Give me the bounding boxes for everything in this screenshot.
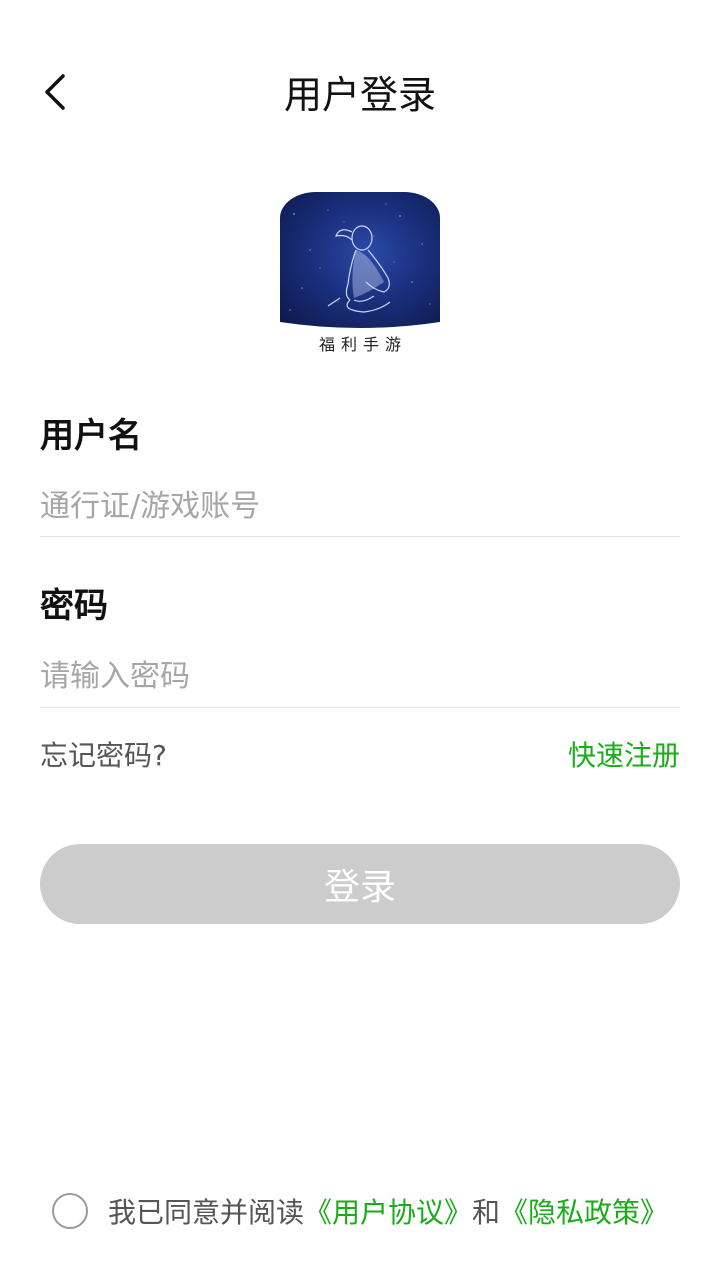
agreement-conjunction: 和 bbox=[472, 1196, 501, 1229]
agreement-prefix: 我已同意并阅读 bbox=[108, 1196, 305, 1229]
agreement-checkbox[interactable] bbox=[52, 1193, 88, 1229]
page-title: 用户登录 bbox=[283, 73, 436, 117]
login-page: 用户登录 福利手游 用户名 通行证/游戏账号 密码 忘记密码? 快速注册 登录 … bbox=[0, 0, 720, 1280]
username-label: 用户名 bbox=[40, 416, 142, 456]
app-logo: 福利手游 bbox=[280, 192, 440, 357]
password-divider bbox=[40, 707, 680, 708]
forgot-password-link[interactable]: 忘记密码? bbox=[40, 734, 167, 774]
password-input[interactable] bbox=[40, 648, 680, 704]
agreement-row: 我已同意并阅读 《用户协议》 和 《隐私政策》 bbox=[52, 1190, 668, 1232]
logo-image bbox=[280, 192, 440, 329]
user-agreement-link[interactable]: 《用户协议》 bbox=[304, 1191, 472, 1231]
logo-caption: 福利手游 bbox=[318, 335, 407, 354]
privacy-policy-link[interactable]: 《隐私政策》 bbox=[500, 1191, 668, 1231]
login-button[interactable]: 登录 bbox=[40, 844, 680, 924]
password-label: 密码 bbox=[40, 586, 108, 626]
quick-register-link[interactable]: 快速注册 bbox=[568, 734, 680, 774]
username-divider bbox=[40, 536, 680, 537]
logo-illustration bbox=[280, 192, 440, 329]
username-input[interactable] bbox=[40, 478, 680, 534]
